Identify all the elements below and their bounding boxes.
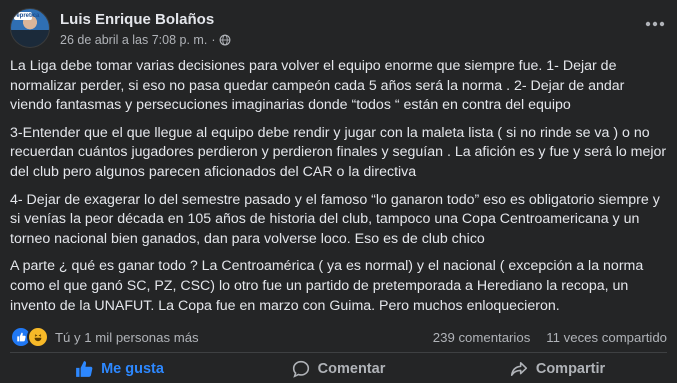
avatar-badge: repretica <box>14 12 40 20</box>
share-icon <box>510 362 527 376</box>
engagement-counts: 239 comentarios 11 veces compartido <box>433 330 667 345</box>
post-body: La Liga debe tomar varias decisiones par… <box>10 57 670 324</box>
thumbs-up-icon <box>76 361 93 377</box>
haha-icon <box>27 326 49 348</box>
comment-count[interactable]: 239 comentarios <box>433 330 531 345</box>
meta-separator: · <box>211 33 216 47</box>
post-paragraph-3: 4- Dejar de exagerar lo del semestre pas… <box>10 191 660 247</box>
post-actions: Me gusta Comentar Compartir <box>10 355 667 383</box>
reactions-bar: Tú y 1 mil personas más 239 comentarios … <box>10 326 667 348</box>
like-label: Me gusta <box>101 361 164 377</box>
share-button[interactable]: Compartir <box>448 355 667 383</box>
divider <box>10 352 667 353</box>
author-name[interactable]: Luis Enrique Bolaños <box>60 11 214 28</box>
author-avatar[interactable]: repretica <box>10 8 50 48</box>
share-label: Compartir <box>535 361 606 377</box>
globe-icon[interactable] <box>219 34 231 46</box>
reaction-summary[interactable]: Tú y 1 mil personas más <box>55 330 199 345</box>
post-timestamp[interactable]: 26 de abril a las 7:08 p. m. <box>60 33 207 47</box>
post-header: repretica Luis Enrique Bolaños 26 de abr… <box>10 6 667 50</box>
reaction-icons[interactable] <box>10 326 49 348</box>
post-paragraph-1: La Liga debe tomar varias decisiones par… <box>10 58 625 114</box>
share-count[interactable]: 11 veces compartido <box>546 330 667 345</box>
comment-icon <box>292 360 309 378</box>
post-paragraph-2: 3-Entender que el que llegue al equipo d… <box>10 124 667 180</box>
comment-button[interactable]: Comentar <box>229 355 448 383</box>
comment-label: Comentar <box>317 361 386 377</box>
post-meta: 26 de abril a las 7:08 p. m. · <box>60 33 231 47</box>
ellipsis-icon[interactable] <box>643 12 667 36</box>
post-paragraph-4: A parte ¿ qué es ganar todo ? La Centroa… <box>10 258 644 314</box>
like-button[interactable]: Me gusta <box>10 355 229 383</box>
